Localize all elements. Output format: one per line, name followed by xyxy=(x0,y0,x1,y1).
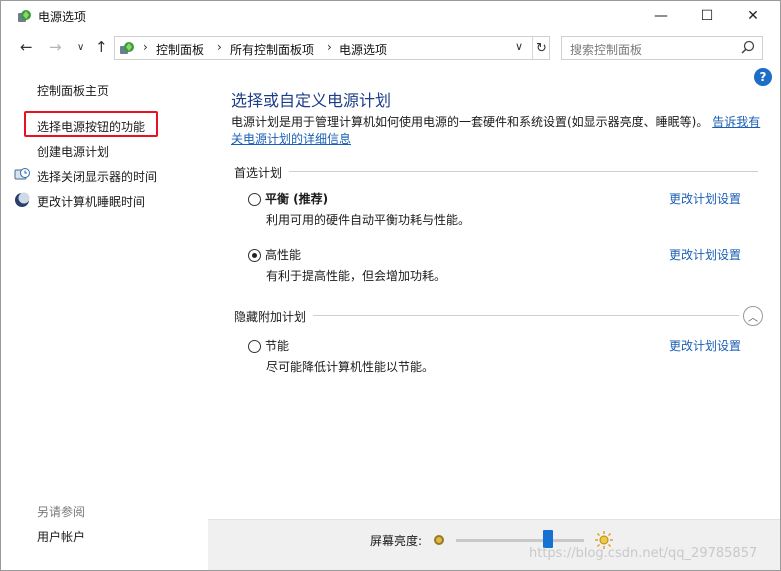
back-button[interactable]: ← xyxy=(20,38,33,56)
plan-balanced-desc: 利用可用的硬件自动平衡功耗与性能。 xyxy=(266,213,471,227)
plan-high-performance-change-link[interactable]: 更改计划设置 xyxy=(669,246,741,263)
search-icon[interactable] xyxy=(740,39,756,57)
monitor-clock-icon xyxy=(14,168,30,180)
address-bar[interactable]: › 控制面板 › 所有控制面板项 › 电源选项 ∨ ↻ xyxy=(114,36,550,60)
plan-high-performance-radio[interactable] xyxy=(248,249,261,262)
power-options-icon xyxy=(18,10,31,22)
brightness-bar: 屏幕亮度: xyxy=(208,519,780,570)
breadcrumb-separator: › xyxy=(327,40,332,54)
watermark-text: https://blog.csdn.net/qq_29785857 xyxy=(529,546,758,561)
breadcrumb-separator: › xyxy=(143,40,148,54)
help-icon[interactable]: ? xyxy=(754,68,772,86)
brightness-slider-track[interactable] xyxy=(456,539,584,542)
breadcrumb-all-items[interactable]: 所有控制面板项 xyxy=(230,41,314,58)
sidebar-item-power-button[interactable]: 选择电源按钮的功能 xyxy=(37,118,145,135)
plan-power-saver-name[interactable]: 节能 xyxy=(265,337,289,354)
close-button[interactable]: ✕ xyxy=(730,1,776,31)
plan-balanced-name[interactable]: 平衡 (推荐) xyxy=(265,190,328,207)
plan-high-performance-desc: 有利于提高性能，但会增加功耗。 xyxy=(266,269,447,283)
hidden-plans-divider xyxy=(313,315,739,316)
close-icon: ✕ xyxy=(747,8,759,24)
breadcrumb-separator: › xyxy=(217,40,222,54)
breadcrumb-control-panel[interactable]: 控制面板 xyxy=(156,41,204,58)
see-also-title: 另请参阅 xyxy=(37,505,86,519)
collapse-chevron-up-icon[interactable]: ︿ xyxy=(743,306,763,326)
sidebar-item-sleep-time[interactable]: 更改计算机睡眠时间 xyxy=(37,193,145,210)
address-dropdown-icon[interactable]: ∨ xyxy=(515,40,523,53)
preferred-plans-header: 首选计划 xyxy=(234,166,283,180)
plan-power-saver-change-link[interactable]: 更改计划设置 xyxy=(669,337,741,354)
maximize-icon: ☐ xyxy=(700,8,714,24)
navigation-bar: ← → ∨ ↑ › 控制面板 › 所有控制面板项 › 电源选项 ∨ ↻ 搜索控制… xyxy=(1,34,780,62)
moon-icon xyxy=(15,192,30,207)
learn-more-link-part2[interactable]: 关电源计划的详细信息 xyxy=(231,132,351,146)
control-panel-icon xyxy=(120,42,134,54)
hidden-plans-header: 隐藏附加计划 xyxy=(234,310,307,324)
forward-button[interactable]: → xyxy=(49,38,62,56)
plan-power-saver-radio[interactable] xyxy=(248,340,261,353)
dim-brightness-icon xyxy=(434,535,444,545)
minimize-button[interactable]: — xyxy=(638,1,684,31)
breadcrumb-power-options[interactable]: 电源选项 xyxy=(339,41,387,58)
plan-balanced-change-link[interactable]: 更改计划设置 xyxy=(669,190,741,207)
maximize-button[interactable]: ☐ xyxy=(684,1,730,31)
refresh-icon[interactable]: ↻ xyxy=(532,37,550,59)
search-box[interactable]: 搜索控制面板 xyxy=(561,36,763,60)
control-panel-home-link[interactable]: 控制面板主页 xyxy=(37,82,109,99)
brightness-label: 屏幕亮度: xyxy=(370,534,423,548)
plan-balanced-radio[interactable] xyxy=(248,193,261,206)
minimize-icon: — xyxy=(654,8,668,24)
window-title: 电源选项 xyxy=(38,10,87,24)
sidebar-item-create-plan[interactable]: 创建电源计划 xyxy=(37,143,109,160)
title-bar: 电源选项 — ☐ ✕ xyxy=(1,1,780,31)
left-pane: 控制面板主页 选择电源按钮的功能 创建电源计划 选择关闭显示器的时间 更改计算机… xyxy=(1,71,208,570)
up-button[interactable]: ↑ xyxy=(95,38,108,56)
plan-power-saver-desc: 尽可能降低计算机性能以节能。 xyxy=(266,360,435,374)
page-description: 电源计划是用于管理计算机如何使用电源的一套硬件和系统设置(如显示器亮度、睡眠等)… xyxy=(231,114,761,148)
see-also-user-accounts-link[interactable]: 用户帐户 xyxy=(37,528,85,545)
page-title: 选择或自定义电源计划 xyxy=(231,91,392,110)
learn-more-link-part1[interactable]: 告诉我有 xyxy=(712,115,760,129)
description-text: 电源计划是用于管理计算机如何使用电源的一套硬件和系统设置(如显示器亮度、睡眠等)… xyxy=(231,115,709,129)
search-placeholder: 搜索控制面板 xyxy=(570,43,643,57)
sidebar-item-display-off-time[interactable]: 选择关闭显示器的时间 xyxy=(37,168,157,185)
power-options-window: 电源选项 — ☐ ✕ ← → ∨ ↑ › 控制面板 › 所有控制面板项 › 电源… xyxy=(0,0,781,571)
recent-locations-button[interactable]: ∨ xyxy=(77,42,84,53)
plan-high-performance-name[interactable]: 高性能 xyxy=(265,246,301,263)
preferred-plans-divider xyxy=(289,171,758,172)
